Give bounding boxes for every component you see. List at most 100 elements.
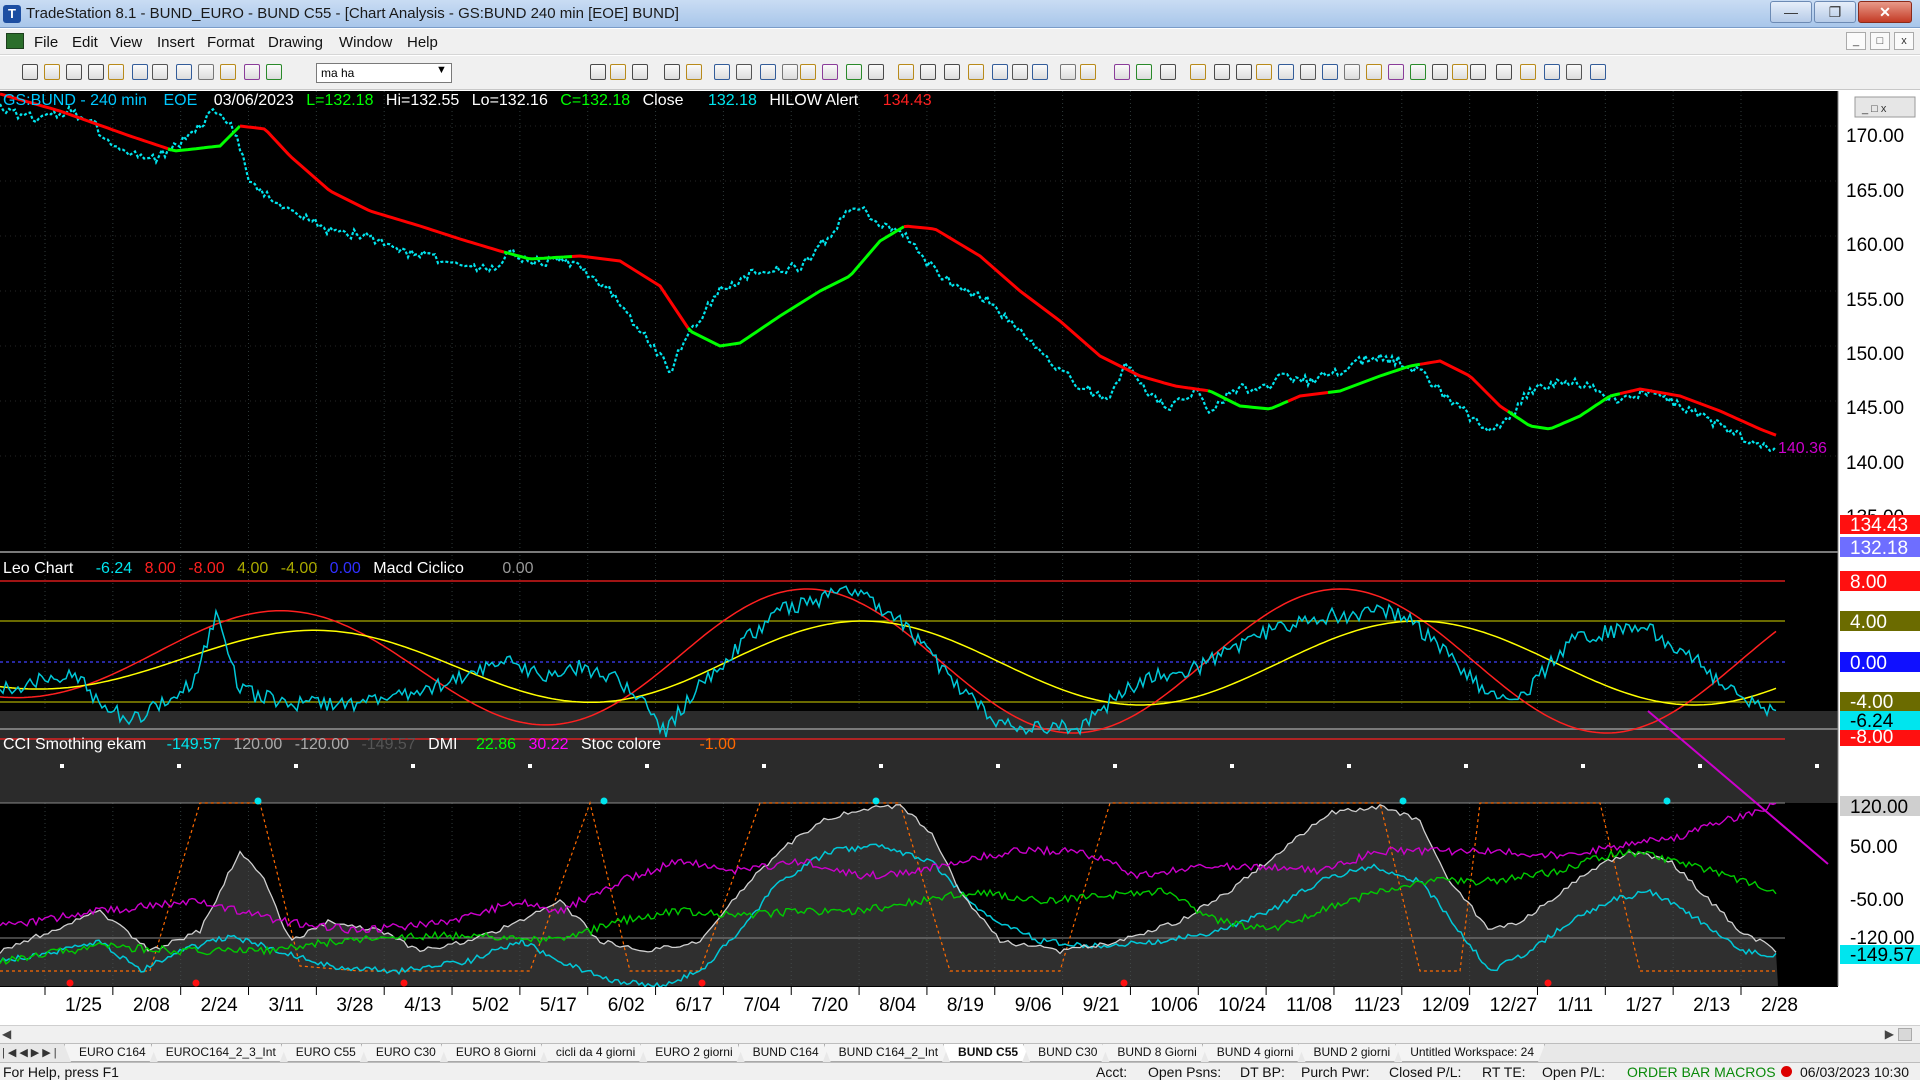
chart-canvas[interactable]: _ □ x 170.00 165.00 160.00 155.00 150.00… xyxy=(0,91,1920,1024)
doc-restore-button[interactable]: □ xyxy=(1870,32,1890,50)
toolbar-tool-icon[interactable] xyxy=(1388,64,1404,80)
toolbar-tool-icon[interactable] xyxy=(108,64,124,80)
hilow-moving-average[interactable] xyxy=(0,92,1777,437)
workspace-tab[interactable]: Untitled Workspace: 24 xyxy=(1395,1044,1545,1062)
toolbar-tool-icon[interactable] xyxy=(1136,64,1152,80)
scroll-thumb[interactable] xyxy=(1898,1028,1912,1041)
toolbar-tool-icon[interactable] xyxy=(714,64,730,80)
toolbar-tool-icon[interactable] xyxy=(868,64,884,80)
workspace-tab[interactable]: BUND 4 giorni xyxy=(1202,1044,1305,1062)
menu-insert[interactable]: Insert xyxy=(157,34,195,51)
workspace-tab[interactable]: cicli da 4 giorni xyxy=(541,1044,646,1062)
workspace-tab[interactable]: BUND C164 xyxy=(738,1044,830,1062)
toolbar-tool-icon[interactable] xyxy=(220,64,236,80)
close-button[interactable]: ✕ xyxy=(1858,1,1912,23)
toolbar-tool-icon[interactable] xyxy=(800,64,816,80)
workspace-tab[interactable]: EUROC164_2_3_Int xyxy=(151,1044,287,1062)
toolbar-tool-icon[interactable] xyxy=(686,64,702,80)
toolbar-tool-icon[interactable] xyxy=(590,64,606,80)
toolbar-tool-icon[interactable] xyxy=(1432,64,1448,80)
toolbar-tool-icon[interactable] xyxy=(822,64,838,80)
menu-edit[interactable]: Edit xyxy=(72,34,98,51)
toolbar-tool-icon[interactable] xyxy=(66,64,82,80)
toolbar-tool-icon[interactable] xyxy=(1344,64,1360,80)
toolbar-tool-icon[interactable] xyxy=(1190,64,1206,80)
scroll-right-icon[interactable]: ▶ xyxy=(1885,1027,1894,1041)
toolbar-tool-icon[interactable] xyxy=(1366,64,1382,80)
toolbar-tool-icon[interactable] xyxy=(664,64,680,80)
toolbar-tool-icon[interactable] xyxy=(22,64,38,80)
workspace-tab[interactable]: EURO C55 xyxy=(281,1044,367,1062)
toolbar-tool-icon[interactable] xyxy=(968,64,984,80)
lower-v5: -1.00 xyxy=(699,736,736,753)
toolbar-tool-icon[interactable] xyxy=(632,64,648,80)
toolbar-tool-icon[interactable] xyxy=(1496,64,1512,80)
doc-close-button[interactable]: x xyxy=(1894,32,1914,50)
toolbar-tool-icon[interactable] xyxy=(1322,64,1338,80)
toolbar-tool-icon[interactable] xyxy=(1032,64,1048,80)
workspace-tab[interactable]: EURO C30 xyxy=(361,1044,447,1062)
status-macros[interactable]: ORDER BAR MACROS xyxy=(1627,1064,1776,1080)
toolbar-tool-icon[interactable] xyxy=(898,64,914,80)
menu-file[interactable]: File xyxy=(34,34,58,51)
menu-help[interactable]: Help xyxy=(407,34,438,51)
workspace-tab[interactable]: BUND 8 Giorni xyxy=(1102,1044,1207,1062)
toolbar-tool-icon[interactable] xyxy=(1278,64,1294,80)
chart-document-icon[interactable] xyxy=(6,33,24,49)
toolbar-tool-icon[interactable] xyxy=(846,64,862,80)
toolbar-tool-icon[interactable] xyxy=(1012,64,1028,80)
toolbar-tool-icon[interactable] xyxy=(920,64,936,80)
toolbar-tool-icon[interactable] xyxy=(1590,64,1606,80)
menu-view[interactable]: View xyxy=(110,34,142,51)
toolbar-tool-icon[interactable] xyxy=(1060,64,1076,80)
scroll-left-icon[interactable]: ◀ xyxy=(2,1027,11,1041)
toolbar-tool-icon[interactable] xyxy=(736,64,752,80)
workspace-tab[interactable]: BUND C164_2_Int xyxy=(824,1044,949,1062)
toolbar-tool-icon[interactable] xyxy=(152,64,168,80)
toolbar-tool-icon[interactable] xyxy=(760,64,776,80)
toolbar-tool-icon[interactable] xyxy=(1160,64,1176,80)
toolbar-tool-icon[interactable] xyxy=(1080,64,1096,80)
toolbar-tool-icon[interactable] xyxy=(1236,64,1252,80)
toolbar-tool-icon[interactable] xyxy=(1470,64,1486,80)
menu-drawing[interactable]: Drawing xyxy=(268,34,323,51)
toolbar-tool-icon[interactable] xyxy=(132,64,148,80)
toolbar-tool-icon[interactable] xyxy=(88,64,104,80)
toolbar-tool-icon[interactable] xyxy=(1256,64,1272,80)
toolbar-tool-icon[interactable] xyxy=(1520,64,1536,80)
symbol-combobox[interactable]: ma ha xyxy=(316,63,452,83)
toolbar-tool-icon[interactable] xyxy=(1544,64,1560,80)
axis-pane-buttons[interactable]: _ □ x xyxy=(1861,103,1887,115)
toolbar-tool-icon[interactable] xyxy=(944,64,960,80)
toolbar-tool-icon[interactable] xyxy=(244,64,260,80)
chevron-down-icon[interactable]: ▼ xyxy=(436,64,447,76)
toolbar-tool-icon[interactable] xyxy=(610,64,626,80)
workspace-tab[interactable]: BUND C30 xyxy=(1023,1044,1108,1062)
workspace-tab[interactable]: BUND 2 giorni xyxy=(1298,1044,1401,1062)
toolbar-tool-icon[interactable] xyxy=(198,64,214,80)
toolbar-tool-icon[interactable] xyxy=(1114,64,1130,80)
toolbar-tool-icon[interactable] xyxy=(782,64,798,80)
chart-scrollbar[interactable]: ◀ ▶ xyxy=(0,1025,1920,1043)
toolbar-tool-icon[interactable] xyxy=(266,64,282,80)
toolbar-tool-icon[interactable] xyxy=(1214,64,1230,80)
toolbar-tool-icon[interactable] xyxy=(1452,64,1468,80)
toolbar-tool-icon[interactable] xyxy=(176,64,192,80)
toolbar-tool-icon[interactable] xyxy=(1300,64,1316,80)
workspace-tab[interactable]: EURO 8 Giorni xyxy=(441,1044,547,1062)
toolbar-tool-icon[interactable] xyxy=(44,64,60,80)
workspace-tab[interactable]: BUND C55 xyxy=(943,1044,1029,1062)
restore-button[interactable]: ❐ xyxy=(1814,1,1856,23)
workspace-tab[interactable]: EURO 2 giorni xyxy=(640,1044,743,1062)
workspace-tab[interactable]: EURO C164 xyxy=(64,1044,157,1062)
toolbar-tool-icon[interactable] xyxy=(992,64,1008,80)
chart-area[interactable]: _ □ x 170.00 165.00 160.00 155.00 150.00… xyxy=(0,91,1920,1024)
menu-window[interactable]: Window xyxy=(339,34,392,51)
toolbar-tool-icon[interactable] xyxy=(1566,64,1582,80)
price-series[interactable] xyxy=(0,103,1777,453)
toolbar-tool-icon[interactable] xyxy=(1410,64,1426,80)
menu-format[interactable]: Format xyxy=(207,34,255,51)
tab-navigation-icon[interactable]: |◀◀▶▶| xyxy=(2,1046,60,1059)
minimize-button[interactable]: — xyxy=(1770,1,1812,23)
doc-minimize-button[interactable]: _ xyxy=(1846,32,1866,50)
